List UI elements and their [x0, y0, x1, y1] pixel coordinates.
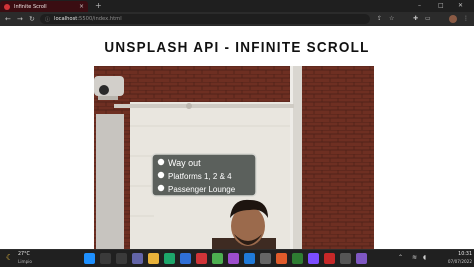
minimize-button[interactable]: – — [418, 0, 421, 12]
extensions-icon[interactable]: ✚ — [413, 12, 418, 26]
profile-avatar[interactable] — [449, 15, 457, 23]
clock-time[interactable]: 10:31 — [440, 252, 472, 257]
weather-moon-icon[interactable]: ☾ — [6, 253, 13, 262]
start-icon[interactable] — [84, 253, 95, 264]
app-icon-6[interactable] — [308, 253, 319, 264]
app-icon-2[interactable] — [228, 253, 239, 264]
app-icon-7[interactable] — [324, 253, 335, 264]
maximize-button[interactable]: □ — [438, 0, 444, 12]
tab-strip: Infinite Scroll × + – □ ✕ — [0, 0, 474, 12]
url-host: localhost — [54, 16, 78, 22]
site-info-icon[interactable]: ⓘ — [45, 16, 50, 23]
app-icon-5[interactable] — [292, 253, 303, 264]
url-path: :5500/index.html — [77, 16, 122, 22]
sign-line-platforms: Platforms 1, 2 & 4 — [168, 172, 232, 181]
reload-button[interactable]: ↻ — [29, 12, 35, 26]
page-content: UNSPLASH API - INFINITE SCROLL Way out P… — [0, 26, 474, 249]
file-explorer-icon[interactable] — [148, 253, 159, 264]
teams-icon[interactable] — [132, 253, 143, 264]
weather-description: Limpio — [18, 259, 32, 264]
task-view-icon[interactable] — [116, 253, 127, 264]
store-icon[interactable] — [180, 253, 191, 264]
sign-line-way-out: Way out — [168, 158, 201, 168]
app-icon-1[interactable] — [212, 253, 223, 264]
chrome-icon[interactable] — [196, 253, 207, 264]
app-icon-4[interactable] — [276, 253, 287, 264]
clock-date[interactable]: 07/07/2022 — [440, 259, 472, 264]
unsplash-photo[interactable]: Way out Platforms 1, 2 & 4 Passenger Lou… — [94, 66, 374, 249]
weather-temperature: 27°C — [18, 252, 30, 257]
address-bar[interactable]: ⓘ localhost :5500/index.html — [40, 14, 370, 24]
forward-button[interactable]: → — [17, 12, 23, 26]
page-title: UNSPLASH API - INFINITE SCROLL — [104, 39, 370, 56]
edge-icon[interactable] — [164, 253, 175, 264]
address-bar-row: ← → ↻ ⓘ localhost :5500/index.html ⇪ ☆ ✚… — [0, 12, 474, 26]
app-icon-9[interactable] — [356, 253, 367, 264]
close-window-button[interactable]: ✕ — [458, 0, 463, 12]
back-button[interactable]: ← — [5, 12, 11, 26]
tab-infinite-scroll[interactable]: Infinite Scroll × — [0, 1, 88, 12]
app-icon-3[interactable] — [260, 253, 271, 264]
tab-title: Infinite Scroll — [14, 3, 47, 10]
taskbar: ☾ 27°C Limpio ⌃ ≋ ◖ 10:31 07/07/2022 — [0, 249, 474, 267]
tab-close-icon[interactable]: × — [79, 2, 84, 11]
new-tab-button[interactable]: + — [95, 0, 102, 12]
sign-line-lounge: Passenger Lounge — [168, 185, 236, 194]
wifi-icon[interactable]: ≋ — [412, 254, 417, 261]
menu-icon[interactable]: ⋮ — [463, 12, 469, 26]
volume-icon[interactable]: ◖ — [423, 254, 426, 261]
app-icon-8[interactable] — [340, 253, 351, 264]
tray-chevron-icon[interactable]: ⌃ — [398, 254, 403, 261]
sidebar-icon[interactable]: ▭ — [425, 12, 431, 26]
search-icon[interactable] — [100, 253, 111, 264]
share-icon[interactable]: ⇪ — [377, 12, 382, 26]
photo-illustration: Way out Platforms 1, 2 & 4 Passenger Lou… — [94, 66, 374, 249]
station-sign: Way out Platforms 1, 2 & 4 Passenger Lou… — [151, 153, 257, 197]
star-icon[interactable]: ☆ — [389, 12, 394, 26]
browser-window: Infinite Scroll × + – □ ✕ ← → ↻ ⓘ localh… — [0, 0, 474, 267]
favicon-icon — [4, 3, 10, 10]
vscode-icon[interactable] — [244, 253, 255, 264]
taskbar-apps — [84, 253, 367, 265]
